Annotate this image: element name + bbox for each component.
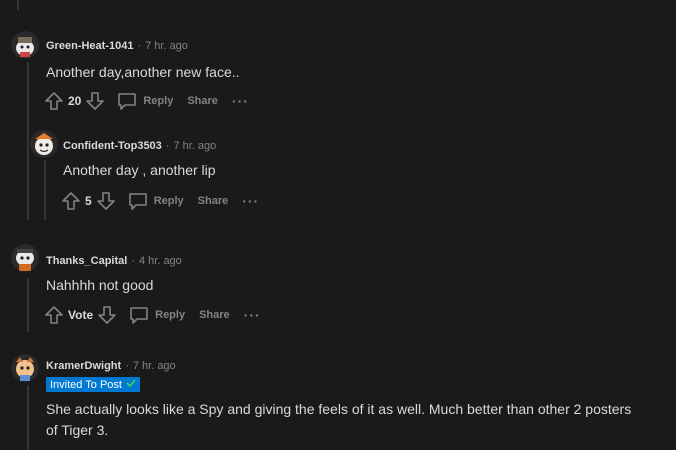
separator: · xyxy=(125,360,129,372)
thread-line[interactable] xyxy=(27,278,29,332)
thread-line[interactable] xyxy=(44,160,46,220)
comment-body: Another day , another lip xyxy=(63,162,216,178)
vote-count: Vote xyxy=(68,308,94,322)
upvote-icon[interactable] xyxy=(61,191,81,211)
comment-body: Nahhhh not good xyxy=(46,277,154,293)
upvote-icon[interactable] xyxy=(44,305,64,325)
share-button[interactable]: Share xyxy=(198,195,229,207)
avatar[interactable] xyxy=(30,130,58,158)
timestamp[interactable]: 7 hr. ago xyxy=(145,40,188,52)
checkmark-icon xyxy=(126,378,136,391)
comment-actions: 20 Reply Share ··· xyxy=(44,91,249,111)
avatar[interactable] xyxy=(11,244,39,272)
downvote-icon[interactable] xyxy=(85,91,105,111)
snoo-avatar-icon xyxy=(11,244,39,272)
snoo-avatar-icon xyxy=(11,354,39,382)
badge-label: Invited To Post xyxy=(50,378,122,391)
more-options-icon[interactable]: ··· xyxy=(242,194,259,208)
separator: · xyxy=(131,255,135,267)
reply-button[interactable]: Reply xyxy=(128,192,184,210)
username[interactable]: Confident-Top3503 xyxy=(63,140,162,152)
avatar[interactable] xyxy=(11,354,39,382)
separator: · xyxy=(165,140,170,152)
username[interactable]: KramerDwight xyxy=(46,360,121,372)
more-options-icon[interactable]: ··· xyxy=(244,308,261,322)
reply-label: Reply xyxy=(143,95,174,107)
downvote-icon[interactable] xyxy=(96,191,116,211)
reply-label: Reply xyxy=(155,309,186,321)
comment-actions: Vote Reply Share ··· xyxy=(44,305,261,325)
thread-line[interactable] xyxy=(17,0,19,10)
username[interactable]: Thanks_Capital xyxy=(46,255,127,267)
share-button[interactable]: Share xyxy=(187,95,218,107)
timestamp[interactable]: 7 hr. ago xyxy=(133,360,176,372)
snoo-avatar-icon xyxy=(11,31,39,59)
comment-bubble-icon xyxy=(117,92,137,110)
more-options-icon[interactable]: ··· xyxy=(232,94,249,108)
comment-bubble-icon xyxy=(129,306,149,324)
comment-actions: 5 Reply Share ··· xyxy=(61,191,259,211)
comment-body: Another day,another new face.. xyxy=(46,64,240,80)
username[interactable]: Green-Heat-1041 xyxy=(46,40,133,52)
user-flair-badge: Invited To Post xyxy=(46,377,140,392)
snoo-avatar-icon xyxy=(30,130,58,158)
reply-button[interactable]: Reply xyxy=(117,92,173,110)
comment-bubble-icon xyxy=(128,192,148,210)
timestamp[interactable]: 7 hr. ago xyxy=(173,140,216,152)
share-button[interactable]: Share xyxy=(199,309,230,321)
reply-label: Reply xyxy=(153,195,184,207)
reply-button[interactable]: Reply xyxy=(129,306,185,324)
thread-line[interactable] xyxy=(27,62,29,220)
thread-line[interactable] xyxy=(27,385,29,450)
downvote-icon[interactable] xyxy=(97,305,117,325)
separator: · xyxy=(137,40,142,52)
vote-count: 20 xyxy=(68,94,82,108)
upvote-icon[interactable] xyxy=(44,91,64,111)
avatar[interactable] xyxy=(11,31,39,59)
comment-body: She actually looks like a Spy and giving… xyxy=(46,401,632,438)
vote-count: 5 xyxy=(85,194,92,208)
timestamp[interactable]: 4 hr. ago xyxy=(139,255,182,267)
